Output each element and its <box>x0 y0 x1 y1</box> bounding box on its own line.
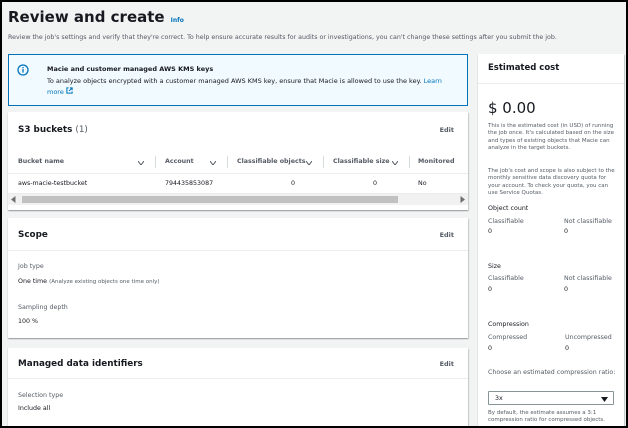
managed-identifiers-title: Managed data identifiers <box>18 359 143 369</box>
column-separator[interactable] <box>227 156 228 168</box>
info-circle-icon <box>17 64 29 76</box>
page-title: Review and create <box>8 8 165 26</box>
job-type-note: (Analyze existing objects one time only) <box>49 279 160 285</box>
sort-icon[interactable] <box>305 159 313 167</box>
cell-classifiable-size: 0 <box>373 180 378 187</box>
table-row: aws-macie-testbucket 794435853087 0 0 No <box>8 174 468 194</box>
column-separator[interactable] <box>323 156 324 168</box>
job-type-label: Job type <box>18 263 44 270</box>
alert-title: Macie and customer managed AWS KMS keys <box>47 65 214 73</box>
compression-ratio-select[interactable]: 3x <box>488 391 614 405</box>
scope-title: Scope <box>18 230 48 240</box>
job-type-text: One time <box>18 278 48 285</box>
selection-type-value: Include all <box>18 405 51 412</box>
quota-note: The job's cost and scope is also subject… <box>488 168 615 197</box>
compressed-value: 0 <box>488 345 493 352</box>
s3-buckets-title: S3 buckets <box>18 125 73 135</box>
column-classifiable-objects[interactable]: Classifiable objects <box>237 158 305 165</box>
size-classifiable-label: Classifiable <box>488 275 524 282</box>
alert-body: To analyze objects encrypted with a cust… <box>47 76 457 98</box>
column-account[interactable]: Account <box>165 158 194 165</box>
job-type-value: One time (Analyze existing objects one t… <box>18 278 160 285</box>
page-description: Review the job's settings and verify tha… <box>8 34 557 41</box>
divider <box>8 378 468 379</box>
scroll-left-icon[interactable] <box>11 196 16 205</box>
review-and-create-page: Review and create Info Review the job's … <box>0 0 628 428</box>
size-label: Size <box>488 263 501 270</box>
s3-buckets-count: (1) <box>75 125 88 135</box>
object-classifiable-value: 0 <box>488 228 493 235</box>
object-count-label: Object count <box>488 205 529 212</box>
sort-icon[interactable] <box>391 159 399 167</box>
divider <box>8 250 468 251</box>
cell-bucket-name: aws-macie-testbucket <box>18 180 88 187</box>
s3-buckets-card: S3 buckets (1) Edit Bucket name Account … <box>8 112 468 210</box>
estimated-cost-amount: $ 0.00 <box>488 99 536 117</box>
sampling-depth-label: Sampling depth <box>18 304 68 311</box>
page-header: Review and create Info <box>8 8 184 26</box>
horizontal-scrollbar[interactable] <box>8 194 468 205</box>
estimated-cost-description: This is the estimated cost (in USD) of r… <box>488 123 615 152</box>
size-classifiable-value: 0 <box>488 286 493 293</box>
column-separator[interactable] <box>409 156 410 168</box>
alert-body-text: To analyze objects encrypted with a cust… <box>47 77 422 85</box>
scroll-right-icon[interactable] <box>460 196 465 205</box>
scrollbar-thumb[interactable] <box>22 196 398 203</box>
external-link-icon <box>66 87 73 96</box>
managed-identifiers-edit-button[interactable]: Edit <box>440 360 454 368</box>
size-not-classifiable-value: 0 <box>564 286 569 293</box>
cell-monitored: No <box>418 180 427 187</box>
uncompressed-label: Uncompressed <box>565 334 612 341</box>
column-bucket-name[interactable]: Bucket name <box>18 158 64 165</box>
compressed-label: Compressed <box>488 334 528 341</box>
compression-ratio-value: 3x <box>495 395 503 402</box>
sort-icon[interactable] <box>137 159 145 167</box>
uncompressed-value: 0 <box>565 345 570 352</box>
column-separator[interactable] <box>155 156 156 168</box>
sampling-depth-value: 100 % <box>18 318 39 325</box>
selection-type-label: Selection type <box>18 392 64 399</box>
column-classifiable-size[interactable]: Classifiable size <box>333 158 390 165</box>
info-link[interactable]: Info <box>171 17 184 24</box>
kms-info-alert: Macie and customer managed AWS KMS keys … <box>8 54 468 106</box>
object-not-classifiable-value: 0 <box>564 228 569 235</box>
buckets-table-header: Bucket name Account Classifiable objects… <box>8 150 468 174</box>
compression-ratio-note: By default, the estimate assumes a 3:1 c… <box>488 410 606 424</box>
caret-down-icon <box>601 396 608 404</box>
object-not-classifiable-label: Not classifiable <box>564 218 612 225</box>
cell-classifiable-objects: 0 <box>291 180 296 187</box>
compression-label: Compression <box>488 321 529 328</box>
divider <box>478 83 624 84</box>
size-not-classifiable-label: Not classifiable <box>564 275 612 282</box>
estimated-cost-panel: Estimated cost $ 0.00 This is the estima… <box>478 54 624 426</box>
estimated-cost-title: Estimated cost <box>488 63 560 73</box>
scope-edit-button[interactable]: Edit <box>440 231 454 239</box>
managed-identifiers-card: Managed data identifiers Edit Selection … <box>8 348 468 426</box>
object-classifiable-label: Classifiable <box>488 218 524 225</box>
sort-icon[interactable] <box>209 159 217 167</box>
cell-account: 794435853087 <box>165 180 214 187</box>
s3-buckets-header: S3 buckets (1) <box>18 125 88 135</box>
compression-ratio-label: Choose an estimated compression ratio: <box>488 369 616 376</box>
scope-card: Scope Edit Job type One time (Analyze ex… <box>8 218 468 338</box>
s3-buckets-edit-button[interactable]: Edit <box>440 126 454 134</box>
column-monitored[interactable]: Monitored <box>418 158 454 165</box>
